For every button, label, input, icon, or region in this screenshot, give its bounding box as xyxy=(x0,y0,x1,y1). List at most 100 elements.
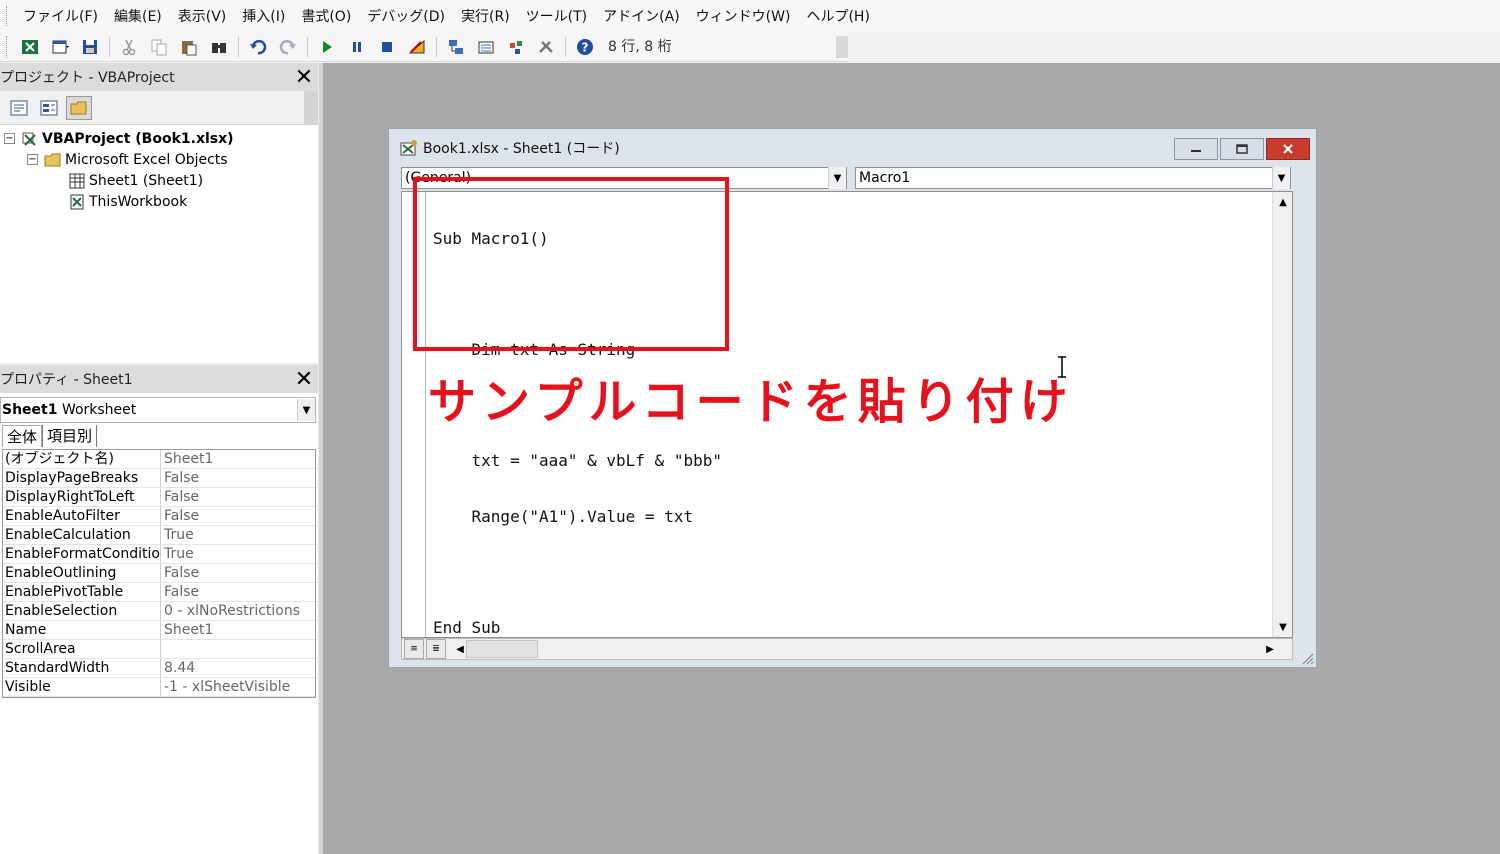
view-code-icon[interactable] xyxy=(6,96,32,120)
paste-icon[interactable] xyxy=(178,36,200,58)
chevron-down-icon[interactable]: ▼ xyxy=(297,399,315,421)
tree-item-label: ThisWorkbook xyxy=(89,193,188,210)
property-value[interactable]: False xyxy=(161,583,315,601)
menu-format[interactable]: 書式(O) xyxy=(293,6,359,26)
property-value[interactable]: -1 - xlSheetVisible xyxy=(161,678,315,696)
project-explorer-icon[interactable] xyxy=(445,36,467,58)
property-value[interactable] xyxy=(161,640,315,658)
property-row[interactable]: ScrollArea xyxy=(3,640,315,659)
property-row[interactable]: EnableCalculation True xyxy=(3,526,315,545)
vertical-scrollbar[interactable]: ▲ ▼ xyxy=(1272,192,1292,637)
toolbar-scroll[interactable] xyxy=(304,91,318,125)
properties-panel-titlebar: プロパティ - Sheet1 ✕ xyxy=(0,365,318,393)
chevron-down-icon[interactable]: ▼ xyxy=(1272,167,1290,189)
code-line[interactable] xyxy=(433,563,722,581)
tab-alphabetic[interactable]: 全体 xyxy=(2,425,43,447)
property-row[interactable]: EnableFormatConditionsCalculationTrue xyxy=(3,545,315,564)
collapse-toggle[interactable]: − xyxy=(27,154,38,165)
property-row[interactable]: EnableOutlining False xyxy=(3,564,315,583)
property-row[interactable]: EnablePivotTable False xyxy=(3,583,315,602)
property-value[interactable]: False xyxy=(161,564,315,582)
toggle-folders-icon[interactable] xyxy=(66,95,92,120)
property-value[interactable]: 0 - xlNoRestrictions xyxy=(161,602,315,620)
menu-view[interactable]: 表示(V) xyxy=(170,6,235,26)
excel-icon[interactable] xyxy=(19,36,41,58)
save-icon[interactable] xyxy=(79,36,101,58)
run-icon[interactable] xyxy=(316,36,338,58)
property-row[interactable]: EnableSelection 0 - xlNoRestrictions xyxy=(3,602,315,621)
property-value[interactable]: 8.44 xyxy=(161,659,315,677)
full-module-view-icon[interactable]: ≣ xyxy=(426,639,446,659)
property-row[interactable]: EnableAutoFilter False xyxy=(3,507,315,526)
minimize-button[interactable] xyxy=(1174,138,1218,160)
property-row[interactable]: DisplayRightToLeft False xyxy=(3,488,315,507)
property-value[interactable]: False xyxy=(161,488,315,506)
property-value[interactable]: Sheet1 xyxy=(161,450,315,468)
procedure-view-icon[interactable]: ≡ xyxy=(404,639,424,659)
property-value[interactable]: True xyxy=(161,545,315,563)
property-value[interactable]: False xyxy=(161,507,315,525)
undo-icon[interactable] xyxy=(247,36,269,58)
menu-grip[interactable] xyxy=(6,6,9,26)
tree-item-thisworkbook[interactable]: ThisWorkbook xyxy=(0,191,318,212)
code-window-titlebar[interactable]: Book1.xlsx - Sheet1 (コード) xyxy=(389,129,1316,167)
scroll-down-icon[interactable]: ▼ xyxy=(1273,617,1293,637)
insert-userform-icon[interactable] xyxy=(49,36,71,58)
menu-file[interactable]: ファイル(F) xyxy=(15,6,106,26)
help-icon[interactable]: ? xyxy=(574,36,596,58)
code-line[interactable]: Range("A1").Value = txt xyxy=(433,507,722,526)
menu-addins[interactable]: アドイン(A) xyxy=(595,6,688,26)
code-line[interactable]: End Sub xyxy=(433,618,722,637)
horizontal-scrollbar[interactable]: ◀ ▶ xyxy=(450,639,1280,659)
object-select-dropdown[interactable]: Sheet1 Worksheet ▼ xyxy=(0,397,316,423)
property-row[interactable]: Name Sheet1 xyxy=(3,621,315,640)
close-icon[interactable]: ✕ xyxy=(290,63,318,91)
scroll-thumb[interactable] xyxy=(466,640,538,658)
tree-item-label: Sheet1 (Sheet1) xyxy=(89,172,204,189)
properties-window-icon[interactable] xyxy=(475,36,497,58)
break-icon[interactable] xyxy=(346,36,368,58)
property-row[interactable]: DisplayPageBreaks False xyxy=(3,469,315,488)
property-value[interactable]: Sheet1 xyxy=(161,621,315,639)
property-row[interactable]: Visible -1 - xlSheetVisible xyxy=(3,678,315,697)
toolbar-grip[interactable] xyxy=(6,35,9,58)
tree-item-sheet1[interactable]: Sheet1 (Sheet1) xyxy=(0,170,318,191)
scroll-right-icon[interactable]: ▶ xyxy=(1260,639,1280,659)
properties-panel: プロパティ - Sheet1 ✕ Sheet1 Worksheet ▼ 全体 項… xyxy=(0,365,318,854)
menu-insert[interactable]: 挿入(I) xyxy=(234,6,293,26)
procedure-dropdown[interactable]: Macro1 ▼ xyxy=(855,167,1291,189)
property-name: DisplayRightToLeft xyxy=(3,488,161,506)
menu-window[interactable]: ウィンドウ(W) xyxy=(688,6,799,26)
menu-tools[interactable]: ツール(T) xyxy=(518,6,595,26)
tab-categorized[interactable]: 項目別 xyxy=(42,425,98,447)
menu-help[interactable]: ヘルプ(H) xyxy=(798,6,877,26)
property-value[interactable]: True xyxy=(161,526,315,544)
property-value[interactable]: False xyxy=(161,469,315,487)
property-row[interactable]: StandardWidth 8.44 xyxy=(3,659,315,678)
view-object-icon[interactable] xyxy=(36,96,62,120)
close-button[interactable] xyxy=(1266,138,1310,160)
tree-item-vbaproject[interactable]: − VBAProject (Book1.xlsx) xyxy=(0,128,318,149)
property-name: (オブジェクト名) xyxy=(3,450,161,468)
menu-run[interactable]: 実行(R) xyxy=(453,6,518,26)
menu-edit[interactable]: 編集(E) xyxy=(106,6,170,26)
copy-icon[interactable] xyxy=(148,36,170,58)
scroll-up-icon[interactable]: ▲ xyxy=(1273,192,1293,212)
toolbox-icon[interactable] xyxy=(535,36,557,58)
code-line[interactable]: txt = "aaa" & vbLf & "bbb" xyxy=(433,452,722,470)
menu-debug[interactable]: デバッグ(D) xyxy=(359,6,453,26)
redo-icon[interactable] xyxy=(277,36,299,58)
restore-button[interactable] xyxy=(1220,138,1264,160)
object-browser-icon[interactable] xyxy=(505,36,527,58)
design-mode-icon[interactable] xyxy=(406,36,428,58)
cut-icon[interactable] xyxy=(118,36,140,58)
tree-item-excel-objects[interactable]: − Microsoft Excel Objects xyxy=(0,149,318,170)
property-row[interactable]: (オブジェクト名) Sheet1 xyxy=(3,450,315,469)
chevron-down-icon[interactable]: ▼ xyxy=(828,167,846,189)
resize-grip-icon[interactable] xyxy=(1300,651,1314,665)
close-icon[interactable]: ✕ xyxy=(290,365,318,393)
toolbar-options-dropdown[interactable] xyxy=(836,36,848,58)
reset-icon[interactable] xyxy=(376,36,398,58)
collapse-toggle[interactable]: − xyxy=(4,133,15,144)
find-icon[interactable] xyxy=(208,36,230,58)
